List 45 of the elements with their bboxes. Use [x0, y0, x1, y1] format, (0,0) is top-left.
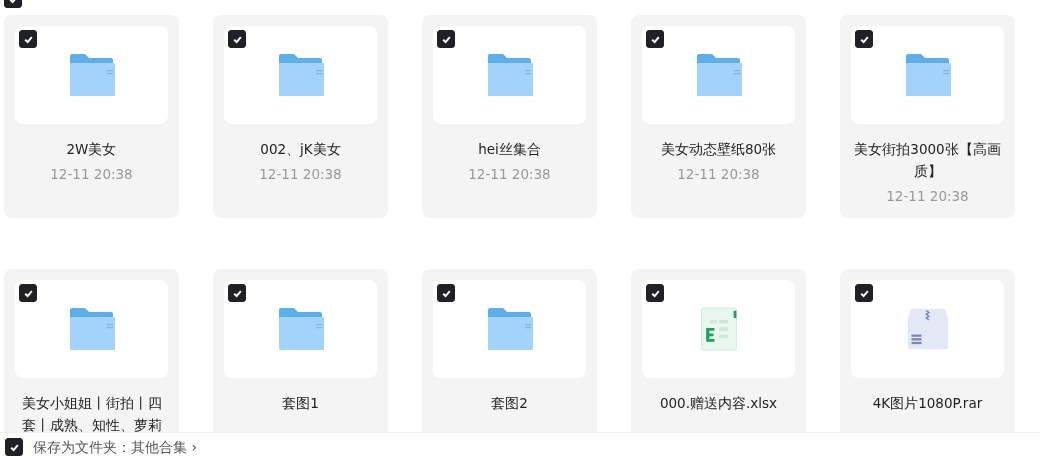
folder-icon — [904, 53, 951, 97]
file-card[interactable]: 套图1 — [213, 269, 388, 432]
folder-icon — [486, 307, 533, 351]
checkbox[interactable] — [646, 284, 664, 302]
file-card[interactable]: 000.赠送内容.xlsx — [631, 269, 806, 432]
file-card[interactable]: 美女小姐姐丨街拍丨四套丨成熟、知性、萝莉 — [4, 269, 179, 432]
file-date: 12-11 20:38 — [259, 166, 342, 182]
file-card[interactable]: 美女街拍3000张【高画质】 12-11 20:38 — [840, 15, 1015, 218]
file-card[interactable]: 002、jK美女 12-11 20:38 — [213, 15, 388, 218]
folder-icon — [68, 53, 115, 97]
file-name: 002、jK美女 — [259, 140, 342, 159]
checkbox[interactable] — [855, 30, 873, 48]
folder-icon — [486, 53, 533, 97]
checkbox[interactable] — [437, 284, 455, 302]
file-name: 美女动态壁纸80张 — [659, 140, 778, 159]
folder-icon — [68, 307, 115, 351]
file-date: 12-11 20:38 — [50, 166, 133, 182]
checkbox[interactable] — [19, 30, 37, 48]
folder-icon — [277, 53, 324, 97]
checkbox[interactable] — [5, 438, 23, 456]
checkbox[interactable] — [228, 30, 246, 48]
save-folder-link[interactable]: 保存为文件夹：其他合集 › — [33, 437, 198, 457]
file-name: 套图1 — [281, 394, 320, 413]
file-card[interactable]: 美女动态壁纸80张 12-11 20:38 — [631, 15, 806, 218]
checkbox[interactable] — [855, 284, 873, 302]
checkbox[interactable] — [228, 284, 246, 302]
file-name: hei丝集合 — [477, 140, 542, 159]
file-card[interactable]: 套图2 — [422, 269, 597, 432]
file-date: 12-11 20:38 — [468, 166, 551, 182]
file-name: 美女街拍3000张【高画质】 — [853, 140, 1002, 181]
file-name: 4K图片1080P.rar — [871, 394, 984, 413]
file-name: 2W美女 — [65, 140, 118, 159]
checkbox[interactable] — [19, 284, 37, 302]
file-card[interactable]: 2W美女 12-11 20:38 — [4, 15, 179, 218]
file-date: 12-11 20:38 — [677, 166, 760, 182]
file-name: 美女小姐姐丨街拍丨四套丨成熟、知性、萝莉 — [20, 394, 163, 432]
checkbox[interactable] — [646, 30, 664, 48]
file-name: 套图2 — [490, 394, 529, 413]
checkbox[interactable] — [437, 30, 455, 48]
folder-icon — [277, 307, 324, 351]
file-card[interactable]: 4K图片1080P.rar — [840, 269, 1015, 432]
folder-icon — [695, 53, 742, 97]
file-card[interactable]: hei丝集合 12-11 20:38 — [422, 15, 597, 218]
file-name: 000.赠送内容.xlsx — [658, 394, 779, 413]
file-date: 12-11 20:38 — [886, 188, 969, 204]
